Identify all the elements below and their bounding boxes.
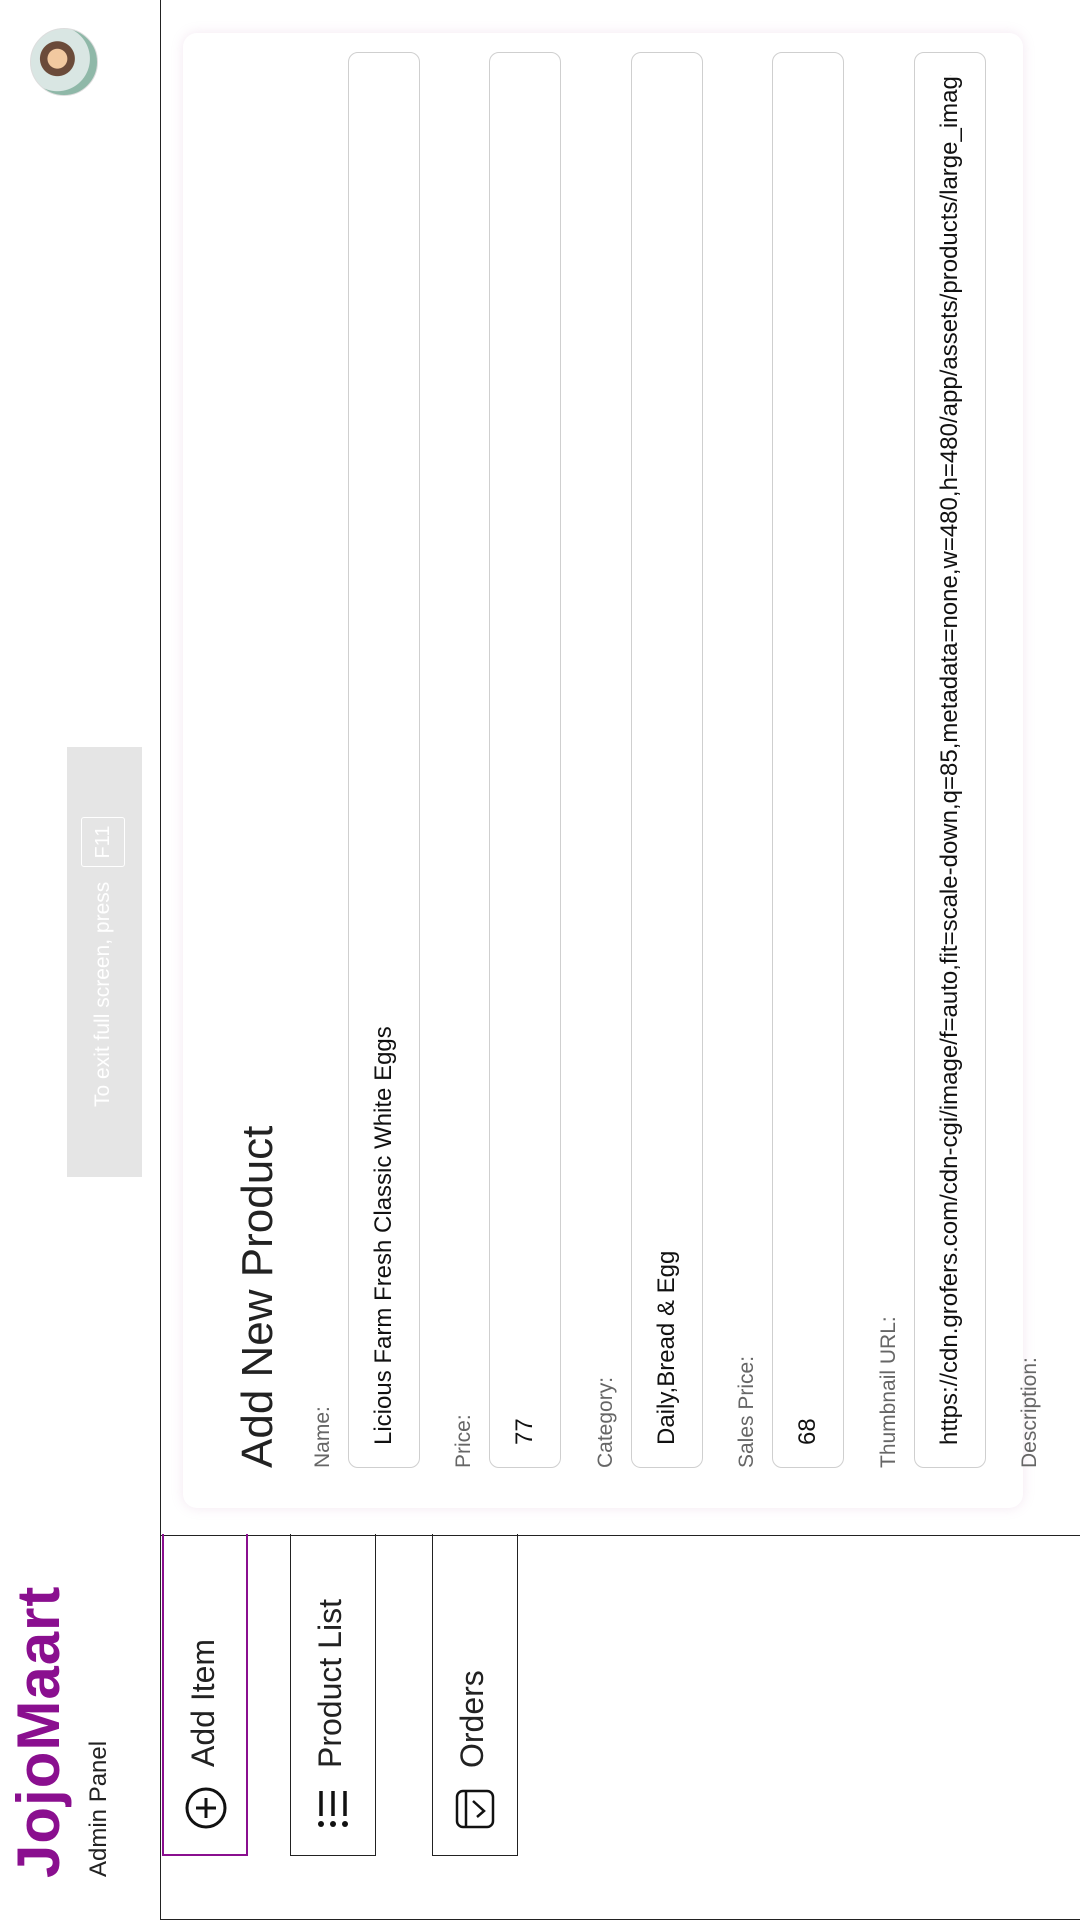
- brand-subtitle: Admin Panel: [85, 1740, 112, 1877]
- sidebar-item-label: Product List: [312, 1599, 348, 1768]
- add-product-panel: Add New Product Name: Price: Category: S…: [183, 33, 1041, 1508]
- thumbnail-url-field[interactable]: [914, 52, 986, 1468]
- description-label: Description:: [1018, 1357, 1041, 1468]
- list-icon: [318, 1791, 348, 1827]
- price-field[interactable]: [489, 52, 561, 1468]
- price-label: Price:: [452, 1414, 475, 1468]
- sidebar-item-label: Orders: [454, 1670, 490, 1768]
- sidebar-item-label: Add Item: [185, 1638, 221, 1767]
- sidebar-item-product-list[interactable]: Product List: [290, 1534, 376, 1856]
- category-field[interactable]: [631, 52, 703, 1468]
- sales-price-label: Sales Price:: [735, 1355, 758, 1468]
- fullscreen-toast-message: To exit full screen, press: [91, 881, 114, 1107]
- app-root: JojoMaart Admin Panel Add Item Product L…: [0, 0, 1080, 1920]
- sidebar-item-add-item[interactable]: Add Item: [162, 1534, 248, 1856]
- category-label: Category:: [594, 1376, 617, 1468]
- brand-logo[interactable]: JojoMaart: [4, 1586, 73, 1878]
- sidebar-item-orders[interactable]: Orders: [432, 1534, 518, 1856]
- thumbnail-url-label: Thumbnail URL:: [877, 1316, 900, 1468]
- plus-circle-icon: [185, 1787, 227, 1829]
- sales-price-field[interactable]: [772, 52, 844, 1468]
- fullscreen-toast: To exit full screen, press F11: [67, 747, 142, 1177]
- orders-check-icon: [455, 1789, 495, 1829]
- page-title: Add New Product: [233, 1125, 282, 1468]
- name-label: Name:: [311, 1406, 334, 1468]
- f11-key-badge: F11: [81, 817, 125, 867]
- user-avatar[interactable]: [30, 28, 98, 96]
- name-field[interactable]: [348, 52, 420, 1468]
- sidebar: Add Item Product List Orders: [160, 1534, 1080, 1920]
